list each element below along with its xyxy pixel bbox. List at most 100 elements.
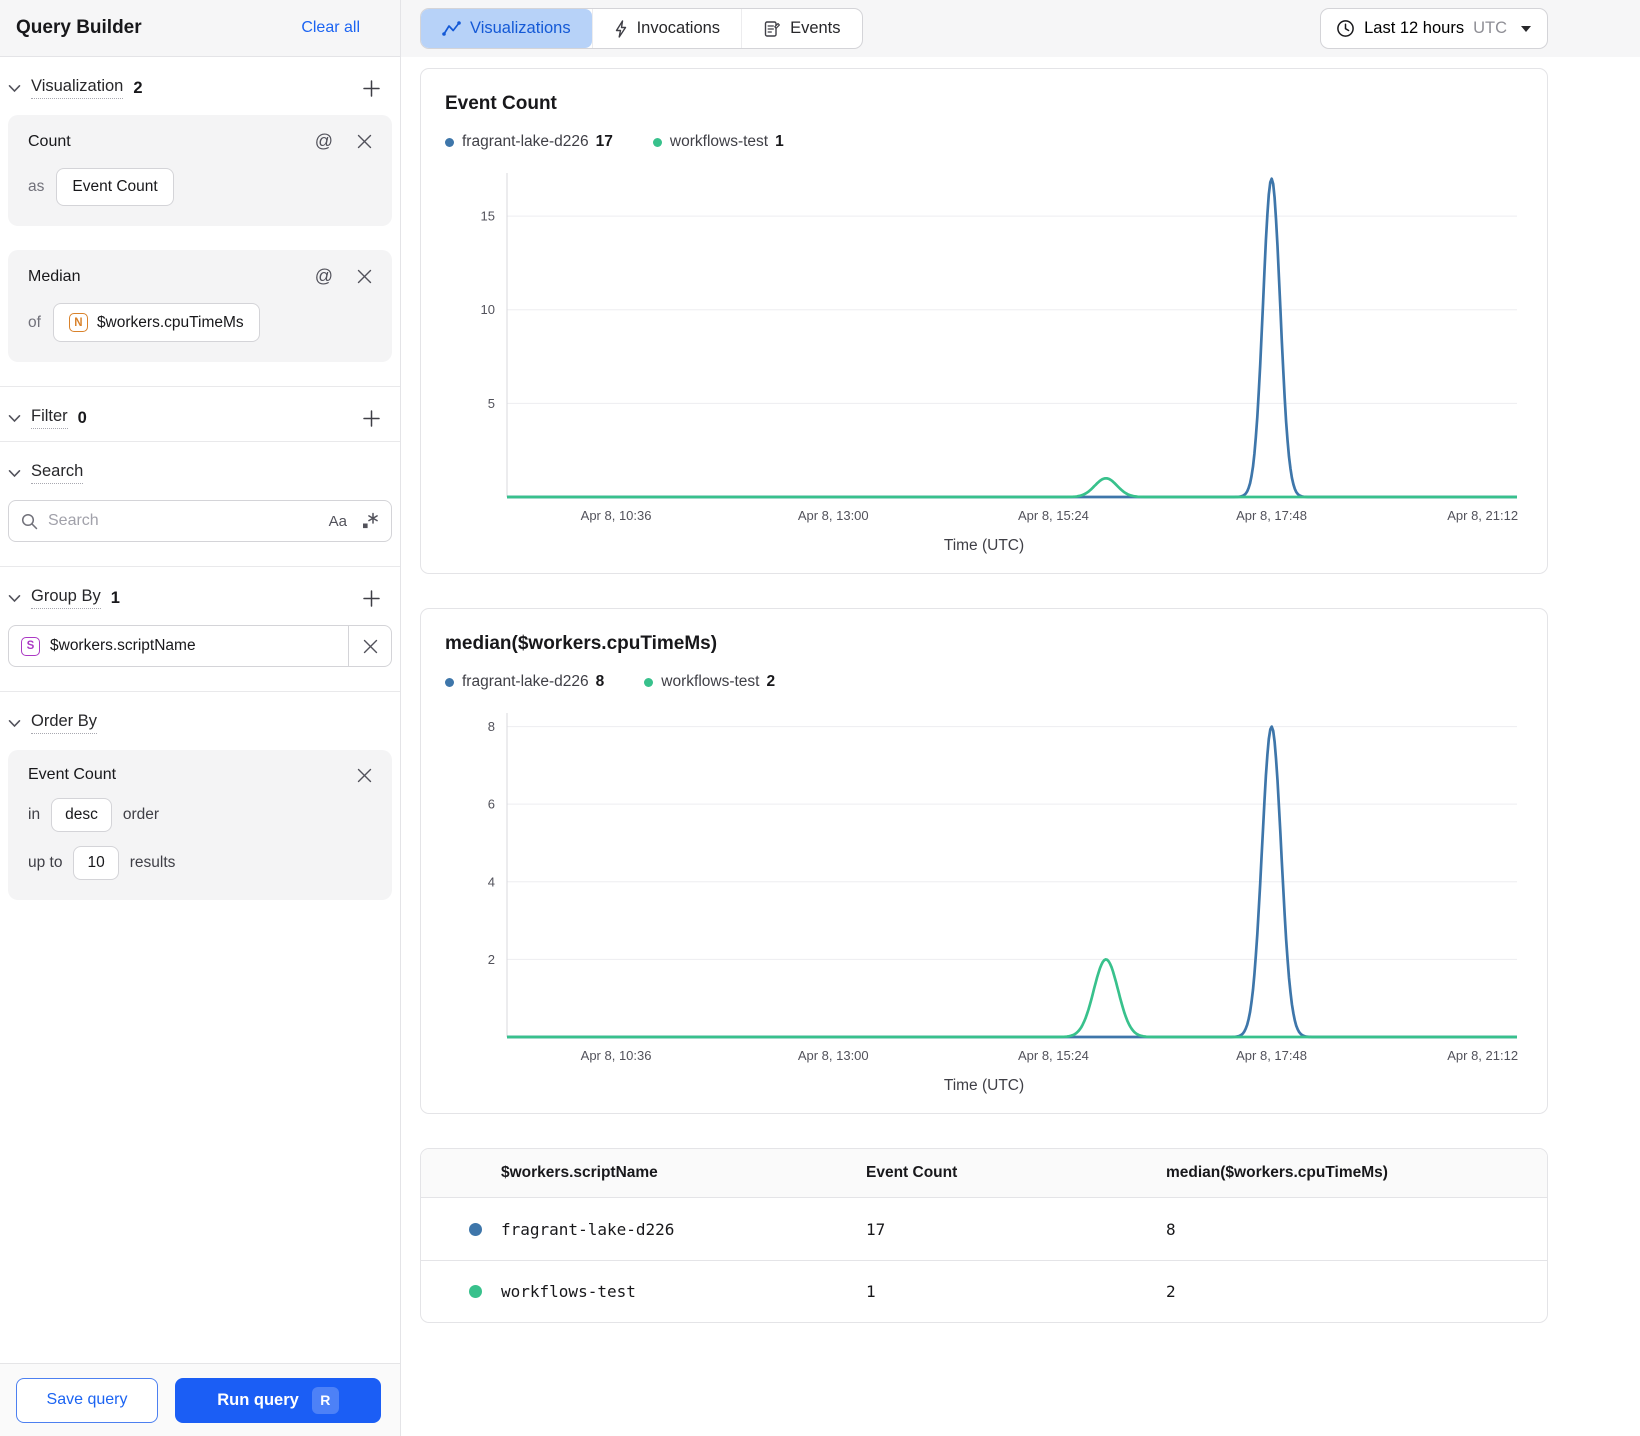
visualization-section-header: Visualization 2 xyxy=(0,57,400,111)
chevron-down-icon[interactable] xyxy=(8,594,21,603)
legend-series-name: workflows-test xyxy=(669,133,769,150)
table-row: fragrant-lake-d226 17 8 xyxy=(421,1198,1547,1260)
x-axis-tick-label: Apr 8, 10:36 xyxy=(581,1048,652,1063)
order-by-card: Event Count in desc order up to 10 resul… xyxy=(8,750,392,900)
legend-series-name: fragrant-lake-d226 xyxy=(462,133,589,150)
y-axis-tick-label: 6 xyxy=(488,797,495,812)
x-axis-tick-label: Apr 8, 21:12 xyxy=(1447,508,1518,523)
remove-order-by-icon[interactable] xyxy=(357,768,372,783)
remove-visualization-icon[interactable] xyxy=(357,134,372,149)
event-log-icon xyxy=(763,20,781,38)
remove-group-by-icon[interactable] xyxy=(349,625,391,667)
of-label: of xyxy=(28,313,41,331)
at-mention-icon[interactable]: @ xyxy=(315,131,333,152)
chevron-down-icon[interactable] xyxy=(8,719,21,728)
x-axis-title: Time (UTC) xyxy=(943,1077,1025,1094)
legend-dot xyxy=(652,137,662,147)
group-by-section-label: Group By xyxy=(31,587,101,609)
legend-item[interactable]: workflows-test 2 xyxy=(644,673,775,691)
lightning-bolt-icon xyxy=(614,19,628,38)
tab-visualizations[interactable]: Visualizations xyxy=(421,9,592,48)
caret-down-icon xyxy=(1520,25,1532,33)
add-filter-button[interactable] xyxy=(363,409,380,427)
run-query-button[interactable]: Run query R xyxy=(175,1377,381,1423)
script-name-cell: workflows-test xyxy=(421,1282,866,1301)
chart-legend: fragrant-lake-d226 8 workflows-test 2 xyxy=(445,673,1523,691)
table-body: fragrant-lake-d226 17 8 workflows-test 1 2 xyxy=(421,1198,1547,1322)
series-color-dot xyxy=(469,1285,482,1298)
median-cputime-cell: 8 xyxy=(1166,1219,1176,1239)
result-limit-field[interactable]: 10 xyxy=(73,846,119,880)
main-content: Visualizations Invocations Events Last 1… xyxy=(401,0,1640,1436)
time-range-selector[interactable]: Last 12 hours UTC xyxy=(1320,8,1548,49)
order-label: order xyxy=(122,806,160,823)
legend-item[interactable]: fragrant-lake-d226 8 xyxy=(445,673,604,691)
sort-direction-selector[interactable]: desc xyxy=(51,798,112,832)
event-count-chart-card: Event Count fragrant-lake-d226 17 workflow… xyxy=(420,68,1548,574)
tab-invocations[interactable]: Invocations xyxy=(591,9,741,48)
in-label: in xyxy=(28,806,41,823)
numeric-field-icon: N xyxy=(68,313,88,332)
median-field-selector[interactable]: N $workers.cpuTimeMs xyxy=(52,303,260,342)
visualization-section-label: Visualization xyxy=(31,77,124,99)
query-builder-sidebar: Query Builder Clear all Visualization 2 … xyxy=(0,0,401,1436)
at-mention-icon[interactable]: @ xyxy=(315,266,333,287)
legend-dot xyxy=(445,137,454,147)
field-value: $workers.cpuTimeMs xyxy=(96,313,244,331)
visualization-card-count: Count @ as Event Count xyxy=(8,115,392,226)
table-row: workflows-test 1 2 xyxy=(421,1260,1547,1322)
match-case-icon[interactable]: Aa xyxy=(329,513,347,530)
tab-events[interactable]: Events xyxy=(741,9,861,48)
clear-all-link[interactable]: Clear all xyxy=(301,19,360,37)
order-by-field: Event Count xyxy=(28,766,117,783)
legend-item[interactable]: fragrant-lake-d226 17 xyxy=(445,133,613,151)
group-by-section-header: Group By 1 xyxy=(0,567,400,621)
line-chart-icon xyxy=(442,21,461,36)
chevron-down-icon[interactable] xyxy=(8,469,21,478)
median-cputime-cell: 2 xyxy=(1166,1282,1176,1301)
column-header-event-count: Event Count xyxy=(866,1164,958,1181)
search-input[interactable] xyxy=(48,512,329,530)
time-range-label: Last 12 hours xyxy=(1364,19,1465,37)
legend-dot xyxy=(445,677,454,687)
x-axis-tick-label: Apr 8, 21:12 xyxy=(1447,1048,1518,1063)
order-by-section-header: Order By xyxy=(0,692,400,746)
x-axis-tick-label: Apr 8, 13:00 xyxy=(798,508,869,523)
remove-visualization-icon[interactable] xyxy=(357,269,372,284)
regex-icon[interactable] xyxy=(361,512,379,530)
filter-section-label: Filter xyxy=(31,407,68,429)
x-axis-tick-label: Apr 8, 10:36 xyxy=(581,508,652,523)
legend-series-total: 17 xyxy=(595,133,613,150)
tab-label: Visualizations xyxy=(470,19,571,37)
chevron-down-icon[interactable] xyxy=(8,414,21,423)
view-tabs: Visualizations Invocations Events xyxy=(420,8,863,49)
series-line-fragrant-lake-d226 xyxy=(507,177,1517,499)
script-name: fragrant-lake-d226 xyxy=(501,1219,675,1239)
event-count-cell: 1 xyxy=(866,1282,876,1301)
chevron-down-icon[interactable] xyxy=(8,84,21,93)
x-axis-title: Time (UTC) xyxy=(943,537,1025,554)
visualization-card-title: Median xyxy=(28,267,81,285)
legend-item[interactable]: workflows-test 1 xyxy=(652,133,784,151)
alias-value: Event Count xyxy=(72,178,158,195)
top-bar: Visualizations Invocations Events Last 1… xyxy=(420,8,1548,49)
legend-series-total: 8 xyxy=(595,673,605,690)
add-group-by-button[interactable] xyxy=(363,589,380,607)
median-cputime-chart-card: median($workers.cpuTimeMs) fragrant-lake… xyxy=(420,608,1548,1114)
group-by-count: 1 xyxy=(110,588,120,607)
x-axis-tick-label: Apr 8, 17:48 xyxy=(1236,1048,1307,1063)
string-field-icon: S xyxy=(21,636,40,656)
series-line-workflows-test xyxy=(507,476,1517,499)
results-table: $workers.scriptName Event Count median($… xyxy=(420,1148,1548,1323)
search-box: Aa xyxy=(8,500,392,542)
y-axis-tick-label: 5 xyxy=(488,396,495,411)
save-query-button[interactable]: Save query xyxy=(16,1377,158,1423)
visualization-alias-field[interactable]: Event Count xyxy=(56,168,174,206)
legend-series-name: workflows-test xyxy=(661,673,760,690)
filter-count: 0 xyxy=(77,408,87,427)
column-header-median: median($workers.cpuTimeMs) xyxy=(1166,1164,1388,1181)
group-by-field-chip[interactable]: S $workers.scriptName xyxy=(8,625,392,667)
timezone-label: UTC xyxy=(1473,19,1507,37)
results-label: results xyxy=(129,854,176,871)
add-visualization-button[interactable] xyxy=(363,79,380,97)
